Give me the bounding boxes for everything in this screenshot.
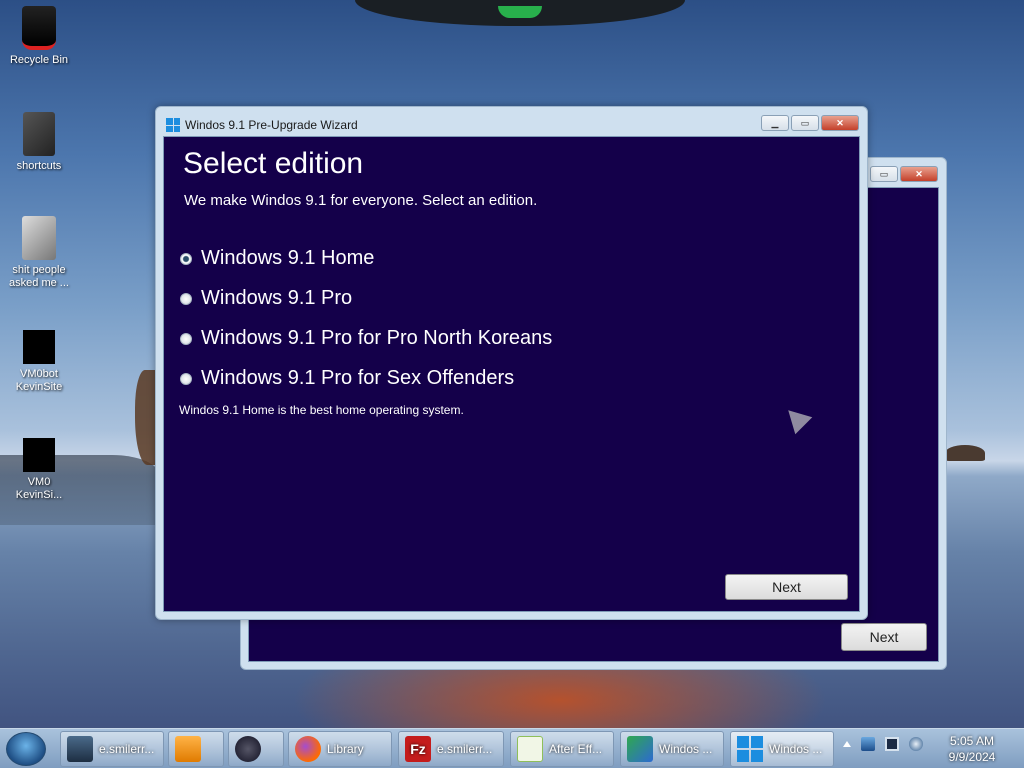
desktop-icon-shortcuts[interactable]: shortcuts <box>4 112 74 173</box>
network-icon[interactable] <box>861 737 875 751</box>
maximize-button[interactable]: ▭ <box>870 166 898 182</box>
next-button[interactable]: Next <box>841 623 927 651</box>
edition-label: Windows 9.1 Home <box>201 247 375 269</box>
desktop-icon-label: shortcuts <box>16 160 62 172</box>
taskbar: e.smilerr... Library Fz e.smilerr... Aft… <box>0 728 1024 768</box>
radio-icon[interactable] <box>180 292 192 305</box>
edition-option-pro[interactable]: Windows 9.1 Pro <box>180 287 352 310</box>
folder-icon <box>23 112 55 156</box>
edition-label: Windows 9.1 Pro for Sex Offenders <box>201 367 515 389</box>
edition-label: Windows 9.1 Pro for Pro North Koreans <box>201 327 553 349</box>
radio-icon[interactable] <box>180 372 192 385</box>
desktop-icon-vm0[interactable]: VM0 KevinSi... <box>4 438 74 502</box>
filezilla-icon: Fz <box>405 736 431 762</box>
clock-time: 5:05 AM <box>949 734 995 748</box>
wizard-window[interactable]: Windos 9.1 Pre-Upgrade Wizard ▁ ▭ ✕ Sele… <box>155 106 868 620</box>
taskbar-item-active[interactable]: Windos ... <box>730 731 834 767</box>
globe-icon <box>235 736 261 762</box>
taskbar-item-label: e.smilerr... <box>437 742 493 756</box>
radio-icon[interactable] <box>180 332 192 345</box>
desktop-icon-vm0bot[interactable]: VM0bot KevinSite <box>4 330 74 394</box>
maximize-button[interactable]: ▭ <box>791 115 819 131</box>
close-button[interactable]: ✕ <box>821 115 859 131</box>
taskbar-item-label: Windos ... <box>769 742 823 756</box>
show-hidden-icons-icon[interactable] <box>843 741 851 747</box>
monitor-icon <box>67 736 93 762</box>
minimize-button[interactable]: ▁ <box>761 115 789 131</box>
title-bar[interactable]: Windos 9.1 Pre-Upgrade Wizard ▁ ▭ ✕ <box>156 107 867 137</box>
vm-icon <box>23 438 55 472</box>
system-tray <box>843 737 923 751</box>
desktop-icon-label: Recycle Bin <box>9 54 69 66</box>
wizard-content: Select edition We make Windos 9.1 for ev… <box>163 136 860 612</box>
desktop-icon-recycle-bin[interactable]: Recycle Bin <box>4 6 74 67</box>
next-button[interactable]: Next <box>725 574 848 600</box>
display-icon[interactable] <box>885 737 899 751</box>
taskbar-item[interactable]: Windos ... <box>620 731 724 767</box>
taskbar-item-label: e.smilerr... <box>99 742 155 756</box>
media-player-icon <box>175 736 201 762</box>
edition-option-home[interactable]: Windows 9.1 Home <box>180 247 374 270</box>
taskbar-item[interactable]: After Eff... <box>510 731 614 767</box>
folder-icon <box>22 216 56 260</box>
edition-label: Windows 9.1 Pro <box>201 287 353 309</box>
edition-description: Windos 9.1 Home is the best home operati… <box>179 403 464 417</box>
window-controls: ▭ ✕ <box>870 166 938 182</box>
taskbar-item-label: After Eff... <box>549 742 603 756</box>
after-effects-icon <box>517 736 543 762</box>
desktop-icon-folder[interactable]: shit people asked me ... <box>4 216 74 290</box>
wallpaper-rock <box>945 445 985 461</box>
windows-logo-icon <box>737 736 763 762</box>
edition-option-pro-north-koreans[interactable]: Windows 9.1 Pro for Pro North Koreans <box>180 327 552 350</box>
mouse-cursor-icon <box>779 401 813 435</box>
vm-icon <box>23 330 55 364</box>
taskbar-item[interactable]: Library <box>288 731 392 767</box>
start-button[interactable] <box>6 732 46 766</box>
close-button[interactable]: ✕ <box>900 166 938 182</box>
radio-selected-icon[interactable] <box>180 252 192 265</box>
taskbar-item-label: Library <box>327 742 364 756</box>
clock-date: 9/9/2024 <box>948 750 996 764</box>
taskbar-item[interactable] <box>168 731 224 767</box>
desktop-icon-label: shit people asked me ... <box>9 264 69 289</box>
windows-logo-icon <box>166 118 180 132</box>
clock[interactable]: 5:05 AM 9/9/2024 <box>936 733 1008 765</box>
taskbar-item[interactable] <box>228 731 284 767</box>
taskbar-item[interactable]: e.smilerr... <box>60 731 164 767</box>
taskbar-item[interactable]: Fz e.smilerr... <box>398 731 504 767</box>
installer-icon <box>627 736 653 762</box>
desktop-icon-label: VM0bot KevinSite <box>15 368 63 393</box>
status-indicator <box>498 6 542 18</box>
edition-option-pro-sex-offenders[interactable]: Windows 9.1 Pro for Sex Offenders <box>180 367 514 390</box>
window-title: Windos 9.1 Pre-Upgrade Wizard <box>185 118 358 132</box>
top-notch <box>355 0 685 26</box>
window-controls: ▁ ▭ ✕ <box>761 115 859 131</box>
firefox-icon <box>295 736 321 762</box>
recycle-bin-icon <box>22 6 56 50</box>
volume-icon[interactable] <box>909 737 923 751</box>
taskbar-item-label: Windos ... <box>659 742 713 756</box>
desktop-icon-label: VM0 KevinSi... <box>15 476 63 501</box>
page-subtitle: We make Windos 9.1 for everyone. Select … <box>184 192 538 209</box>
page-title: Select edition <box>183 147 364 180</box>
